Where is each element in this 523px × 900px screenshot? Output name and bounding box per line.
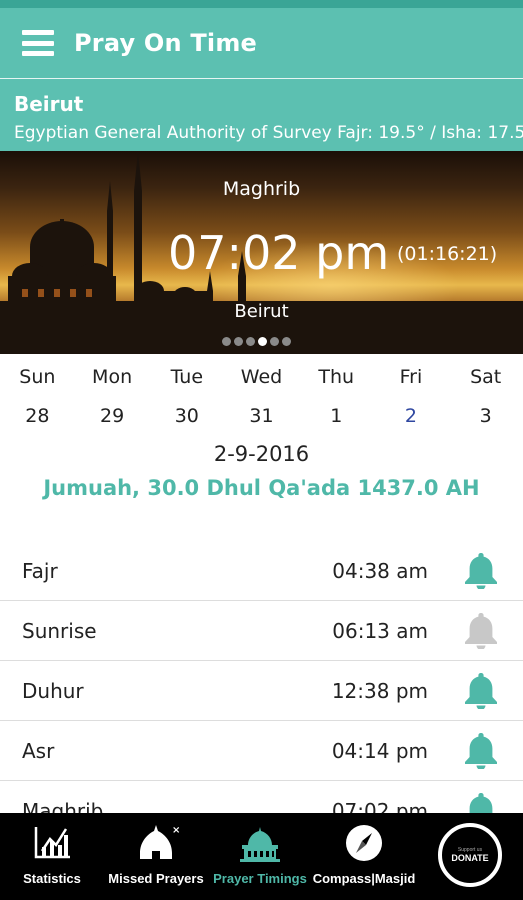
nav-label: Missed Prayers <box>108 871 204 886</box>
status-strip <box>0 0 523 8</box>
bell-icon[interactable] <box>463 731 499 769</box>
next-prayer-name: Maghrib <box>222 178 301 200</box>
prayer-name: Duhur <box>22 678 84 703</box>
day-name: Mon <box>92 366 133 388</box>
countdown-timer: (01:16:21) <box>397 243 498 265</box>
prayer-row-asr[interactable]: Asr 04:14 pm <box>0 721 523 781</box>
compass-icon <box>346 825 382 861</box>
prayer-row-maghrib[interactable]: Maghrib 07:02 pm <box>0 781 523 813</box>
app-bar: Pray On Time <box>0 8 523 79</box>
prayer-time: 06:13 am <box>332 618 428 643</box>
bell-icon[interactable] <box>463 671 499 709</box>
next-prayer-banner[interactable]: Maghrib 07:02 pm (01:16:21) Beirut <box>0 151 523 354</box>
banner-city: Beirut <box>234 301 289 322</box>
bell-icon[interactable] <box>463 611 499 649</box>
nav-missed-prayers[interactable]: × Missed Prayers <box>104 813 208 900</box>
prayer-time: 12:38 pm <box>331 678 428 703</box>
donate-area: Support us DONATE <box>416 813 523 900</box>
day-name: Fri <box>399 366 423 388</box>
prayer-name: Maghrib <box>22 798 104 814</box>
svg-text:×: × <box>172 825 180 836</box>
day-number[interactable]: 28 <box>0 392 75 440</box>
day-column[interactable]: Wed 31 <box>224 354 299 440</box>
prayer-row-duhur[interactable]: Duhur 12:38 pm <box>0 661 523 721</box>
prayer-name: Sunrise <box>22 618 97 643</box>
nav-compass-masjid[interactable]: Compass|Masjid <box>312 813 416 900</box>
hijri-date: Jumuah, 30.0 Dhul Qa'ada 1437.0 AH <box>43 476 480 500</box>
gregorian-date: 2-9-2016 <box>213 442 310 466</box>
day-name: Wed <box>240 366 283 388</box>
prayer-time: 04:38 am <box>332 558 428 583</box>
chart-icon <box>34 827 70 859</box>
day-name: Tue <box>170 366 204 388</box>
page-dot[interactable] <box>282 337 291 346</box>
bottom-navigation: Statistics × Missed Prayers Prayer Timin… <box>0 813 523 900</box>
page-dot[interactable] <box>234 337 243 346</box>
day-name: Sun <box>19 366 56 388</box>
nav-label: Prayer Timings <box>213 871 307 886</box>
calculation-method: Egyptian General Authority of Survey Faj… <box>14 123 523 143</box>
next-prayer-time: 07:02 pm <box>168 226 390 280</box>
day-number[interactable]: 29 <box>75 392 150 440</box>
mosque-icon <box>240 827 280 862</box>
prayer-list: Fajr 04:38 am Sunrise 06:13 am Duhur 12:… <box>0 541 523 813</box>
day-column[interactable]: Fri 2 <box>374 354 449 440</box>
mosque-dome-icon: × <box>140 825 180 859</box>
page-dot[interactable] <box>258 337 267 346</box>
menu-icon[interactable] <box>22 30 54 56</box>
day-name: Thu <box>318 366 355 388</box>
day-number[interactable]: 3 <box>448 392 523 440</box>
bell-icon[interactable] <box>463 551 499 589</box>
day-number[interactable]: 1 <box>299 392 374 440</box>
prayer-row-fajr[interactable]: Fajr 04:38 am <box>0 541 523 601</box>
page-dot[interactable] <box>270 337 279 346</box>
prayer-time: 04:14 pm <box>331 738 428 763</box>
day-column[interactable]: Thu 1 <box>299 354 374 440</box>
day-column[interactable]: Tue 30 <box>149 354 224 440</box>
nav-label: Statistics <box>23 871 81 886</box>
location-bar: Beirut Egyptian General Authority of Sur… <box>0 79 523 151</box>
bell-icon[interactable] <box>463 791 499 813</box>
day-number[interactable]: 30 <box>149 392 224 440</box>
prayer-row-sunrise[interactable]: Sunrise 06:13 am <box>0 601 523 661</box>
day-name: Sat <box>470 366 502 388</box>
page-dot[interactable] <box>246 337 255 346</box>
donate-label: DONATE <box>451 853 489 863</box>
nav-prayer-timings[interactable]: Prayer Timings <box>208 813 312 900</box>
prayer-time: 07:02 pm <box>331 798 428 814</box>
nav-statistics[interactable]: Statistics <box>0 813 104 900</box>
day-column[interactable]: Sat 3 <box>448 354 523 440</box>
location-city: Beirut <box>14 92 84 116</box>
day-column[interactable]: Mon 29 <box>75 354 150 440</box>
app-title: Pray On Time <box>74 29 258 57</box>
day-number[interactable]: 31 <box>224 392 299 440</box>
prayer-name: Fajr <box>22 558 58 583</box>
day-column[interactable]: Sun 28 <box>0 354 75 440</box>
page-dot[interactable] <box>222 337 231 346</box>
nav-label: Compass|Masjid <box>312 871 416 886</box>
prayer-name: Asr <box>22 738 55 763</box>
day-number-selected[interactable]: 2 <box>374 392 449 440</box>
donate-button[interactable]: Support us DONATE <box>438 823 502 887</box>
page-indicator[interactable] <box>222 337 291 346</box>
week-selector: Sun 28 Mon 29 Tue 30 Wed 31 Thu 1 Fri 2 … <box>0 354 523 440</box>
